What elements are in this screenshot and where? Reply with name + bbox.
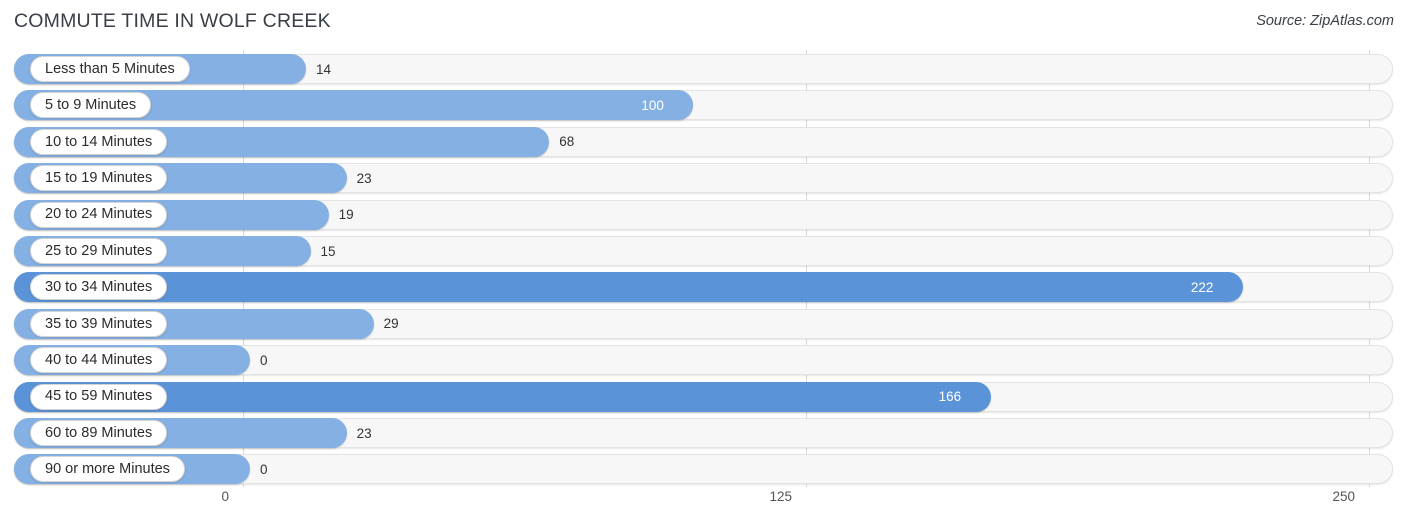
x-axis-tick-0: 0 <box>221 489 229 504</box>
bar-category-pill[interactable]: 20 to 24 Minutes <box>30 201 168 228</box>
bar-row[interactable]: 40 to 44 Minutes 0 <box>14 345 1393 376</box>
bar-value-label: 29 <box>383 316 399 332</box>
bar-category-label: 30 to 34 Minutes <box>45 279 153 296</box>
bar-value-label: 23 <box>356 170 372 186</box>
bar-row[interactable]: 35 to 39 Minutes 29 <box>14 308 1393 339</box>
bar-category-pill[interactable]: 30 to 34 Minutes <box>30 274 168 301</box>
bar-category-label: 5 to 9 Minutes <box>45 97 137 114</box>
bar-category-label: 25 to 29 Minutes <box>45 242 153 259</box>
bar-value-label: 0 <box>260 352 268 368</box>
bar-category-pill[interactable]: 35 to 39 Minutes <box>30 310 168 337</box>
bar-category-label: 15 to 19 Minutes <box>45 169 153 186</box>
bar-value-label: 19 <box>338 207 354 223</box>
bar-category-pill[interactable]: 40 to 44 Minutes <box>30 347 168 374</box>
bar-category-pill[interactable]: 60 to 89 Minutes <box>30 420 168 446</box>
bar-value-label: 100 <box>641 97 664 113</box>
bar-category-pill[interactable]: Less than 5 Minutes <box>30 56 190 82</box>
bar-row[interactable]: 90 or more Minutes 0 <box>14 454 1393 485</box>
bar-category-pill[interactable]: 10 to 14 Minutes <box>30 128 168 155</box>
bar-fill <box>14 272 1243 303</box>
bar-row[interactable]: 45 to 59 Minutes 166 <box>14 381 1393 412</box>
bar-value-label: 15 <box>320 243 336 259</box>
bar-category-label: 40 to 44 Minutes <box>45 351 153 368</box>
bar-row[interactable]: Less than 5 Minutes 14 <box>14 54 1393 84</box>
bar-row[interactable]: 5 to 9 Minutes 100 <box>14 90 1393 121</box>
source-attribution: Source: ZipAtlas.com <box>1256 13 1394 29</box>
bar-category-label: 45 to 59 Minutes <box>45 388 153 405</box>
x-axis-tick-250: 250 <box>1332 489 1355 504</box>
bar-value-label: 166 <box>938 389 962 405</box>
bar-row[interactable]: 20 to 24 Minutes 19 <box>14 199 1393 230</box>
page-title: COMMUTE TIME IN WOLF CREEK <box>14 10 331 32</box>
x-axis-tick-125: 125 <box>769 489 792 504</box>
bar-category-label: Less than 5 Minutes <box>45 60 175 77</box>
bar-category-pill[interactable]: 90 or more Minutes <box>30 456 185 483</box>
bar-row[interactable]: 15 to 19 Minutes 23 <box>14 163 1393 194</box>
bar-row[interactable]: 10 to 14 Minutes 68 <box>14 126 1393 157</box>
bar-value-label: 222 <box>1190 279 1214 295</box>
bar-category-pill[interactable]: 25 to 29 Minutes <box>30 238 168 264</box>
bar-category-pill[interactable]: 5 to 9 Minutes <box>30 92 152 119</box>
bar-value-label: 68 <box>559 134 575 150</box>
bar-category-pill[interactable]: 45 to 59 Minutes <box>30 383 168 410</box>
bar-row[interactable]: 30 to 34 Minutes 222 <box>14 272 1393 303</box>
bar-category-label: 35 to 39 Minutes <box>45 315 153 332</box>
bar-category-label: 20 to 24 Minutes <box>45 206 153 223</box>
bar-row[interactable]: 60 to 89 Minutes 23 <box>14 418 1393 448</box>
bar-category-label: 60 to 89 Minutes <box>45 424 153 441</box>
bar-value-label: 0 <box>260 461 268 477</box>
bar-category-label: 90 or more Minutes <box>45 461 170 478</box>
bar-category-label: 10 to 14 Minutes <box>45 133 153 150</box>
bar-category-pill[interactable]: 15 to 19 Minutes <box>30 165 168 192</box>
bar-value-label: 14 <box>316 61 332 77</box>
chart-container: COMMUTE TIME IN WOLF CREEK Source: ZipAt… <box>0 0 1406 523</box>
x-axis: 0 125 250 <box>0 487 1406 523</box>
bar-value-label: 23 <box>356 425 372 441</box>
bar-row[interactable]: 25 to 29 Minutes 15 <box>14 236 1393 266</box>
plot-area: Less than 5 Minutes 14 5 to 9 Minutes 100 10… <box>0 50 1406 487</box>
